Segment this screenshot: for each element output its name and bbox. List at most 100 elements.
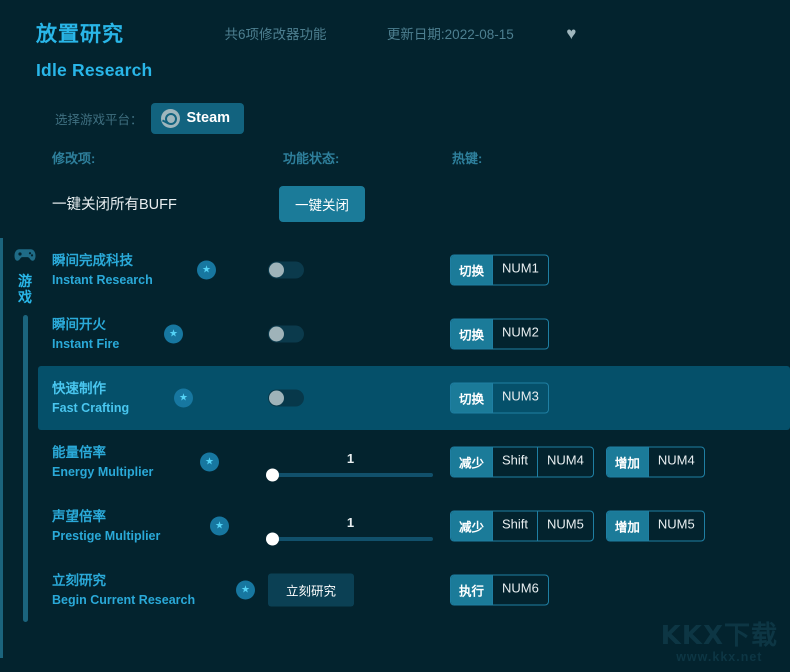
platform-selector-row: 选择游戏平台： Steam (0, 96, 790, 140)
category-scroll-line[interactable] (22, 315, 28, 622)
platform-label: 选择游戏平台： (55, 112, 143, 127)
hotkey-group: 切换 NUM3 (450, 382, 549, 414)
category-rail: 游戏 (8, 238, 42, 658)
hotkey-action: 切换 (451, 319, 493, 349)
hotkey-action: 切换 (451, 383, 493, 413)
disable-all-buffs-row: 一键关闭所有BUFF 一键关闭 (0, 176, 790, 238)
feature-control: 1 (266, 447, 433, 482)
feature-name-en: Instant Research (52, 272, 153, 287)
hotkey-decrease[interactable]: 减少 Shift NUM5 (450, 510, 594, 542)
hotkey-toggle[interactable]: 切换 NUM3 (450, 382, 549, 414)
column-header-status: 功能状态: (283, 151, 340, 166)
favorite-star-icon[interactable]: ★ (210, 516, 229, 536)
feature-control: 1 (266, 511, 433, 546)
feature-control (268, 325, 304, 343)
feature-name-cn: 快速制作 (52, 381, 106, 397)
disable-all-buffs-button[interactable]: 一键关闭 (279, 186, 365, 222)
feature-toggle[interactable] (268, 261, 304, 279)
feature-name-en: Energy Multiplier (52, 464, 154, 479)
favorite-star-icon[interactable]: ★ (174, 388, 193, 408)
hotkey-key: NUM4 (537, 447, 593, 477)
feature-names: 能量倍率 Energy Multiplier (52, 443, 153, 481)
table-row[interactable]: 能量倍率 Energy Multiplier ★ 1 减少 Shift NUM4 (38, 430, 790, 494)
feature-names: 快速制作 Fast Crafting (52, 379, 129, 417)
favorite-star-icon[interactable]: ★ (164, 324, 183, 344)
hotkey-group: 切换 NUM2 (450, 318, 549, 350)
hotkey-key: NUM6 (492, 575, 548, 605)
multiplier-slider[interactable]: 1 (266, 511, 433, 546)
feature-control (268, 261, 304, 279)
column-headers: 修改项: 功能状态: 热键: (0, 140, 790, 176)
multiplier-slider[interactable]: 1 (266, 447, 433, 482)
gamepad-icon (14, 248, 36, 267)
feature-count: 共6项修改器功能 (224, 27, 327, 42)
platform-steam-label: Steam (186, 110, 231, 126)
slider-value: 1 (346, 515, 355, 530)
column-header-hotkey: 热键: (452, 151, 483, 166)
hotkey-increase[interactable]: 增加 NUM4 (605, 446, 705, 478)
hotkey-key: NUM1 (492, 255, 548, 285)
page-title-en: Idle Research (36, 60, 153, 80)
feature-names: 声望倍率 Prestige Multiplier (52, 507, 160, 545)
slider-knob[interactable] (266, 468, 279, 482)
page-title-cn: 放置研究 (36, 23, 124, 46)
hotkey-action: 减少 (451, 511, 493, 541)
platform-steam-button[interactable]: Steam (150, 102, 245, 134)
toggle-knob (269, 326, 284, 342)
hotkey-key-modifier: Shift (492, 447, 537, 477)
table-row[interactable]: 快速制作 Fast Crafting ★ 切换 NUM3 (38, 366, 790, 430)
column-header-modifier: 修改项: (52, 151, 96, 166)
hotkey-increase[interactable]: 增加 NUM5 (605, 510, 705, 542)
hotkey-key: NUM2 (492, 319, 548, 349)
feature-name-en: Prestige Multiplier (52, 528, 161, 543)
feature-name-cn: 瞬间完成科技 (52, 253, 133, 269)
favorite-heart-icon[interactable]: ♥ (566, 25, 576, 42)
feature-names: 瞬间开火 Instant Fire (52, 315, 119, 353)
feature-rows: 瞬间完成科技 Instant Research ★ 切换 NUM1 瞬间开火 I… (38, 238, 790, 658)
hotkey-group: 切换 NUM1 (450, 254, 549, 286)
toggle-knob (269, 262, 284, 278)
favorite-star-icon[interactable]: ★ (236, 580, 255, 600)
category-label: 游戏 (18, 273, 32, 306)
hotkey-execute[interactable]: 执行 NUM6 (450, 574, 549, 606)
favorite-star-icon[interactable]: ★ (200, 452, 219, 472)
disable-all-buffs-label: 一键关闭所有BUFF (52, 197, 177, 213)
table-row[interactable]: 瞬间完成科技 Instant Research ★ 切换 NUM1 (38, 238, 790, 302)
hotkey-key: NUM4 (647, 447, 704, 477)
feature-name-cn: 立刻研究 (52, 573, 106, 589)
update-date: 更新日期:2022-08-15 (386, 27, 514, 42)
slider-track[interactable] (266, 532, 433, 546)
feature-toggle[interactable] (268, 389, 304, 407)
hotkey-group: 执行 NUM6 (450, 574, 549, 606)
feature-toggle[interactable] (268, 325, 304, 343)
hotkey-action: 减少 (451, 447, 493, 477)
hotkey-key: NUM3 (492, 383, 548, 413)
hotkey-key-modifier: Shift (492, 511, 537, 541)
hotkey-action: 切换 (451, 255, 493, 285)
toggle-knob (269, 390, 284, 406)
slider-knob[interactable] (266, 532, 279, 546)
feature-control: 立刻研究 (268, 573, 355, 607)
feature-name-en: Instant Fire (52, 336, 120, 351)
favorite-star-icon[interactable]: ★ (197, 260, 216, 280)
feature-name-en: Begin Current Research (52, 592, 196, 607)
feature-name-en: Fast Crafting (52, 400, 130, 415)
feature-name-cn: 声望倍率 (52, 509, 106, 525)
slider-value: 1 (346, 451, 355, 466)
hotkey-toggle[interactable]: 切换 NUM1 (450, 254, 549, 286)
hotkey-decrease[interactable]: 减少 Shift NUM4 (450, 446, 594, 478)
hotkey-action: 增加 (606, 447, 648, 477)
feature-names: 立刻研究 Begin Current Research (52, 571, 195, 609)
hotkey-action: 增加 (606, 511, 648, 541)
left-edge-line (0, 238, 3, 658)
table-row[interactable]: 声望倍率 Prestige Multiplier ★ 1 减少 Shift NU… (38, 494, 790, 558)
header-meta: 共6项修改器功能 更新日期:2022-08-15 ♥ (128, 23, 576, 43)
feature-control (268, 389, 304, 407)
table-row[interactable]: 瞬间开火 Instant Fire ★ 切换 NUM2 (38, 302, 790, 366)
begin-research-button[interactable]: 立刻研究 (268, 573, 355, 607)
feature-name-cn: 瞬间开火 (52, 317, 106, 333)
slider-track[interactable] (266, 468, 433, 482)
main-content: 游戏 瞬间完成科技 Instant Research ★ 切换 NUM1 瞬间开… (0, 238, 790, 658)
table-row[interactable]: 立刻研究 Begin Current Research ★ 立刻研究 执行 NU… (38, 558, 790, 622)
hotkey-toggle[interactable]: 切换 NUM2 (450, 318, 549, 350)
